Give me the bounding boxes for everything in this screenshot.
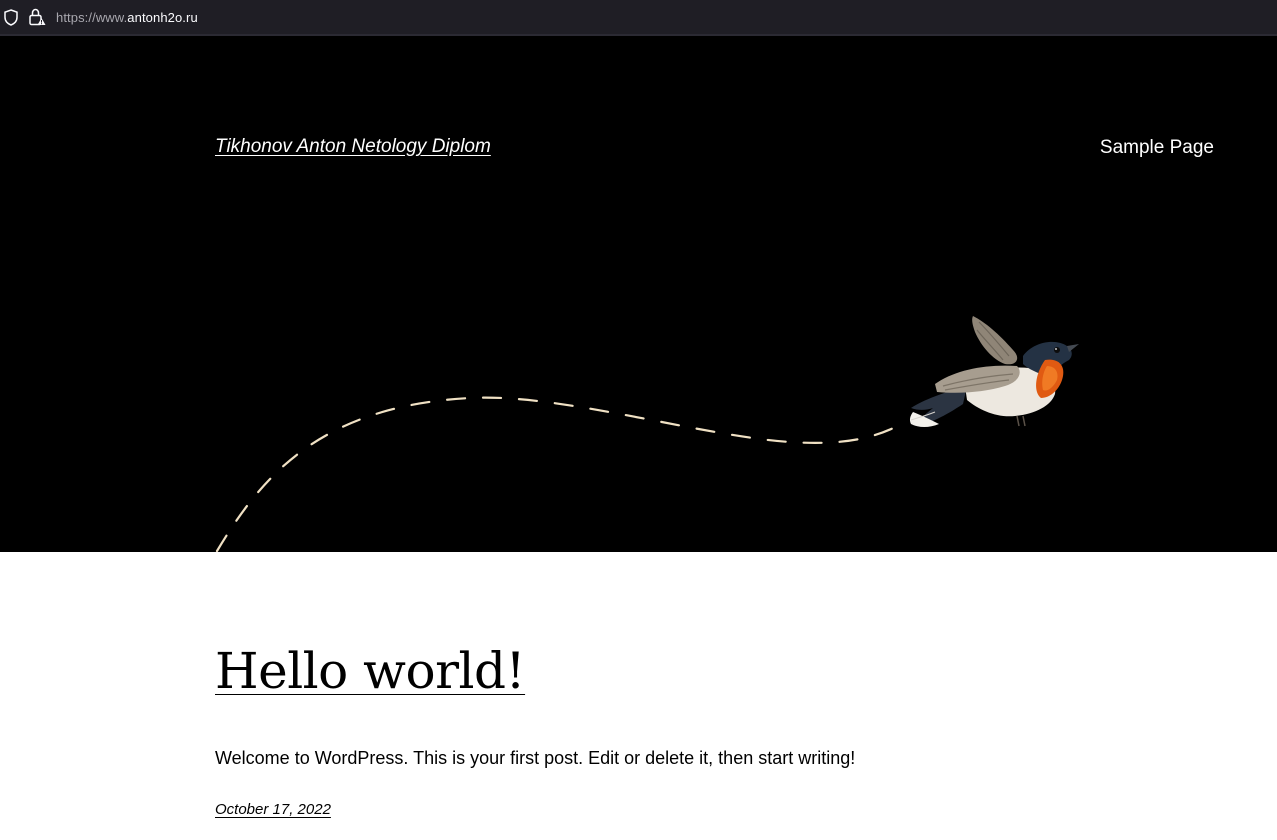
bird-illustration — [909, 316, 1079, 427]
post-title-link[interactable]: Hello world! — [215, 642, 526, 700]
nav-item-sample-page[interactable]: Sample Page — [1100, 137, 1214, 159]
dashed-flight-path — [215, 396, 907, 552]
browser-url-bar[interactable]: https://www.antonh2o.ru — [0, 0, 1277, 36]
url-text[interactable]: https://www.antonh2o.ru — [56, 10, 198, 25]
post-excerpt: Welcome to WordPress. This is your first… — [215, 748, 856, 768]
site-header-hero: Tikhonov Anton Netology Diplom Sample Pa… — [0, 36, 1277, 552]
lock-icon[interactable] — [28, 8, 46, 26]
url-domain: antonh2o.ru — [127, 10, 198, 25]
main-content: Hello world! Welcome to WordPress. This … — [0, 552, 1277, 840]
url-protocol: https://www. — [56, 10, 128, 25]
shield-icon[interactable] — [3, 9, 19, 26]
post-date-link[interactable]: October 17, 2022 — [215, 801, 331, 818]
site-title-link[interactable]: Tikhonov Anton Netology Diplom — [215, 136, 491, 158]
